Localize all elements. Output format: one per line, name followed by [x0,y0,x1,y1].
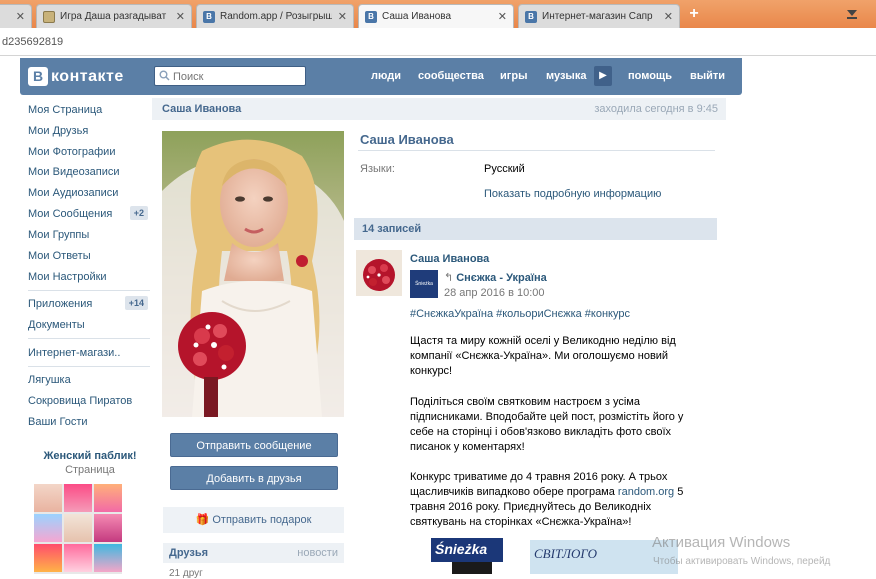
post-author-name[interactable]: Саша Иванова [410,253,489,265]
gift-icon: 🎁 [195,514,210,526]
nav-music[interactable]: музыка [546,70,586,82]
vk-logo-icon: В [28,67,48,86]
browser-tab-shop[interactable]: B Интернет-магазин Сапр ✕ [518,4,680,28]
profile-header-name: Саша Иванова [162,103,242,115]
play-icon[interactable]: ▶ [594,66,612,86]
repost-source[interactable]: ↰ Снєжка - Україна [444,271,547,284]
repost-arrow-icon: ↰ [444,272,454,284]
close-icon[interactable]: ✕ [498,10,507,23]
add-friend-button[interactable]: Добавить в друзья [170,466,338,490]
game-favicon-icon [43,10,55,23]
vk-favicon-icon: B [365,10,377,23]
address-bar[interactable]: d235692819 [0,28,876,56]
search-box[interactable] [154,66,306,86]
menu-my-page[interactable]: Моя Страница [28,104,150,116]
browser-menu-icon[interactable] [845,6,859,20]
ad-image[interactable] [34,484,122,574]
menu-frog[interactable]: Лягушка [28,374,150,386]
windows-watermark-title: Активация Windows [652,534,791,551]
nav-help[interactable]: помощь [628,70,672,82]
apps-count-badge: +14 [124,296,148,310]
search-icon [159,70,170,81]
close-icon[interactable]: ✕ [338,10,347,23]
menu-my-groups[interactable]: Мои Группы [28,229,150,241]
browser-tab-random[interactable]: B Random.app / Розыгрыш ✕ [196,4,354,28]
menu-my-videos[interactable]: Мои Видеозаписи [28,166,150,178]
ad-title[interactable]: Женский паблик! [28,450,152,462]
nav-games[interactable]: игры [500,70,527,82]
ad-subtitle: Страница [65,464,115,476]
menu-my-audio[interactable]: Мои Аудиозаписи [28,187,150,199]
menu-divider [28,366,150,367]
show-details-link[interactable]: Показать подробную информацию [484,188,661,200]
menu-my-settings[interactable]: Мои Настройки [28,271,150,283]
url-text: d235692819 [2,36,64,48]
menu-your-guests[interactable]: Ваши Гости [28,416,150,428]
browser-tab-profile[interactable]: B Саша Иванова ✕ [358,4,514,28]
friends-block: Друзья новости 21 друг [163,543,344,579]
random-org-link[interactable]: random.org [618,486,674,498]
menu-divider [28,338,150,339]
info-divider [358,150,715,151]
post-image-sniezka[interactable]: Śnieżka [431,538,503,562]
friends-title[interactable]: Друзья [169,547,208,559]
menu-my-photos[interactable]: Мои Фотографии [28,146,150,158]
vk-logo-text: контакте [51,67,124,85]
post-image-dark [452,562,492,574]
menu-my-messages[interactable]: Мои Сообщения +2 [28,206,150,220]
menu-online-shop[interactable]: Интернет-магази.. [28,347,150,359]
wall-header: 14 записей [354,218,717,240]
nav-communities[interactable]: сообщества [418,70,484,82]
languages-label: Языки: [360,163,395,175]
post-paragraph: Щастя та миру кожній оселі у Великодню н… [410,335,676,377]
profile-name: Саша Иванова [360,132,454,147]
post-author-avatar[interactable] [356,250,402,296]
browser-tab-bar: ✕ Игра Даша разгадыват ✕ B Random.app / … [0,0,876,28]
profile-header-bar: Саша Иванова заходила сегодня в 9:45 [152,98,726,120]
profile-photo[interactable] [162,131,344,417]
last-seen-status: заходила сегодня в 9:45 [594,103,718,115]
vk-favicon-icon: B [203,10,215,23]
vk-favicon-icon: B [525,10,537,23]
wall-count[interactable]: 14 записей [362,223,421,235]
languages-value: Русский [484,163,525,175]
menu-my-friends[interactable]: Мои Друзья [28,125,150,137]
new-tab-button[interactable]: + [685,5,703,23]
send-message-button[interactable]: Отправить сообщение [170,433,338,457]
close-icon[interactable]: ✕ [664,10,673,23]
search-input[interactable] [173,69,301,84]
send-gift-button[interactable]: 🎁 Отправить подарок [163,507,344,533]
post-paragraph: Поділіться своїм святковим настроєм з ус… [410,396,684,453]
post-date[interactable]: 28 апр 2016 в 10:00 [444,287,545,299]
repost-source-logo[interactable]: Śnieżka [410,270,438,298]
browser-tab-0[interactable]: ✕ [0,4,32,28]
vk-logo[interactable]: В контакте [28,67,124,86]
windows-watermark-text: Чтобы активировать Windows, перейд [653,556,831,567]
vk-header: В контакте люди сообщества игры музыка ▶… [20,58,742,95]
messages-count-badge: +2 [129,206,148,220]
menu-documents[interactable]: Документы [28,319,150,331]
friends-news-link[interactable]: новости [297,547,338,559]
menu-apps[interactable]: Приложения +14 [28,296,150,310]
close-icon[interactable]: ✕ [176,10,185,23]
menu-divider [28,290,150,291]
nav-logout[interactable]: выйти [690,70,725,82]
browser-tab-game[interactable]: Игра Даша разгадыват ✕ [36,4,192,28]
post-paragraph: Конкурс триватиме до 4 травня 2016 року.… [410,471,684,528]
menu-pirate-treasure[interactable]: Сокровища Пиратов [28,395,150,407]
close-icon[interactable]: ✕ [16,10,25,23]
menu-my-answers[interactable]: Мои Ответы [28,250,150,262]
nav-people[interactable]: люди [371,70,401,82]
post-hashtags[interactable]: #СнєжкаУкраїна #кольориСнєжка #конкурс [410,308,630,320]
